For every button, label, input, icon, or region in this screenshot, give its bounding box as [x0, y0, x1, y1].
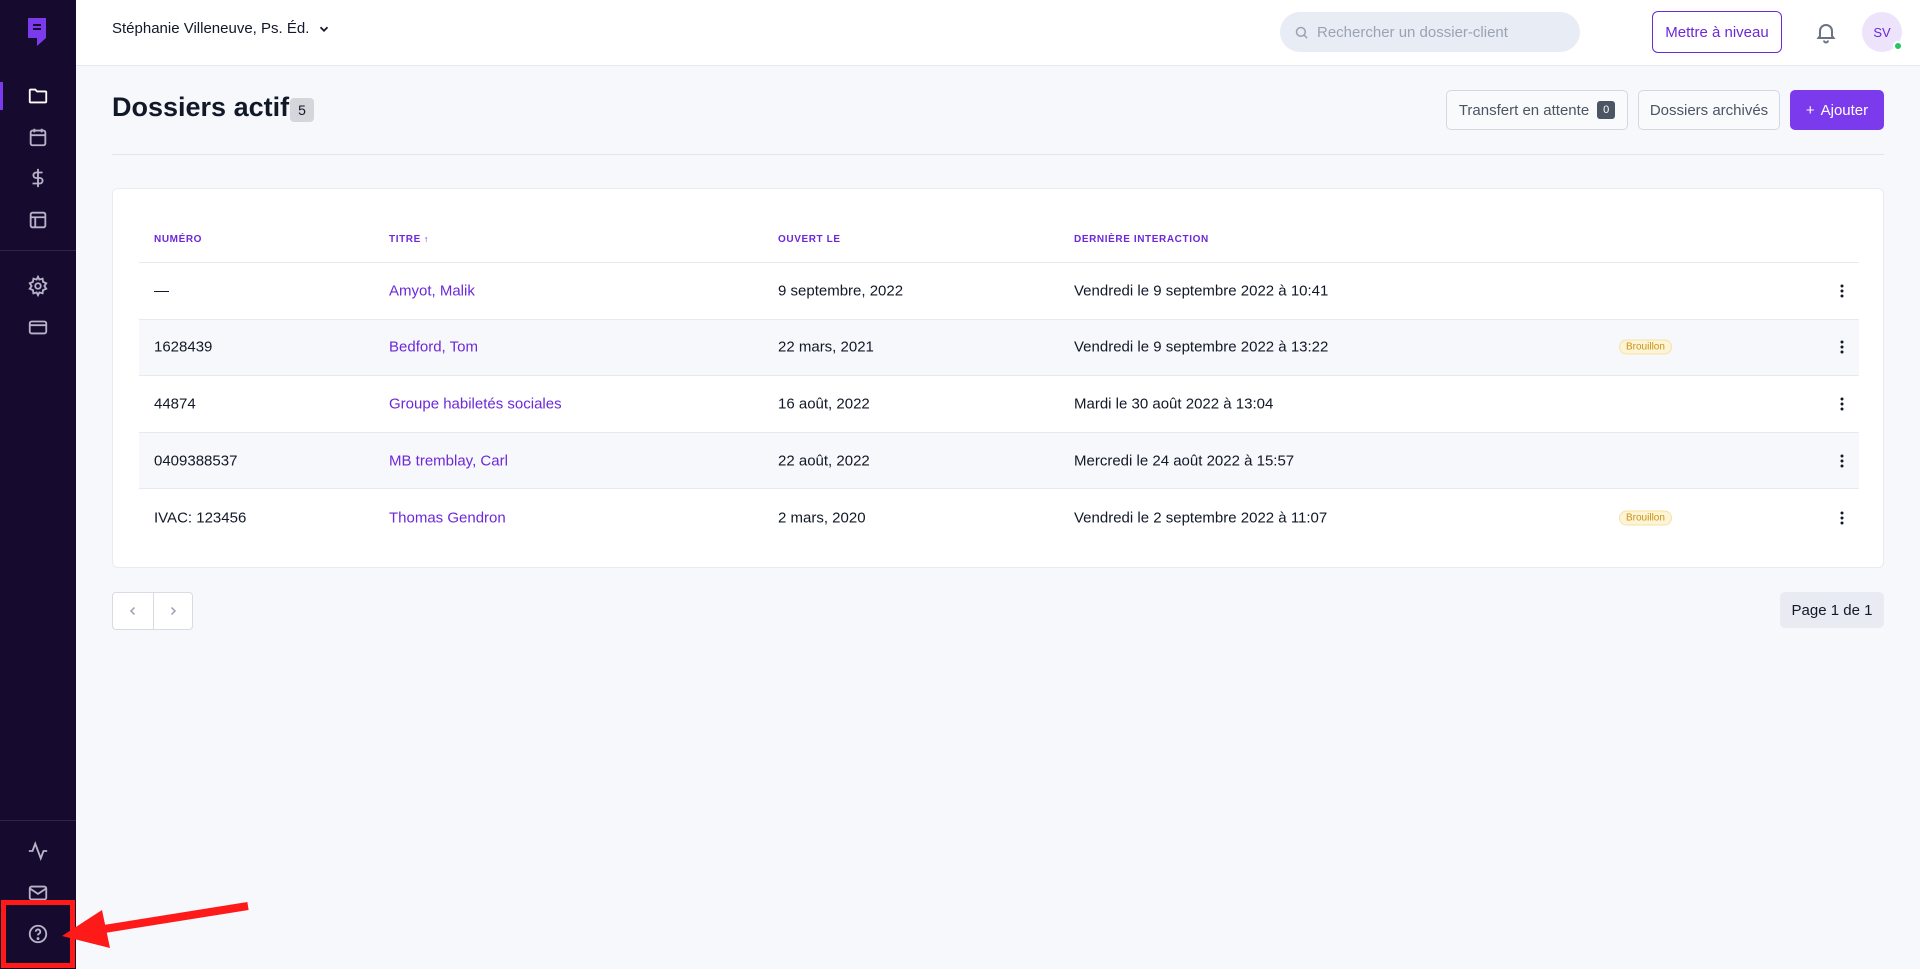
sidebar-item-billing[interactable]	[22, 162, 54, 194]
table-row[interactable]: 0409388537 MB tremblay, Carl 22 août, 20…	[139, 432, 1859, 490]
pending-transfer-count: 0	[1597, 101, 1616, 119]
layout-icon	[29, 211, 47, 229]
kebab-icon	[1840, 284, 1844, 298]
row-menu-button[interactable]	[1832, 451, 1852, 471]
credit-card-icon	[28, 320, 48, 335]
cell-numero: 44874	[154, 395, 196, 413]
user-avatar[interactable]: SV	[1862, 12, 1903, 52]
activity-icon	[28, 841, 48, 861]
sidebar-item-settings[interactable]	[22, 270, 54, 302]
table-header: Numéro Titre ↑ Ouvert le Dernière interac…	[139, 215, 1859, 263]
cell-interaction: Mercredi le 24 août 2022 à 15:57	[1074, 452, 1295, 470]
chevron-down-icon	[320, 26, 329, 32]
page-indicator: Page 1 de 1	[1780, 592, 1884, 628]
bell-icon[interactable]	[1814, 20, 1838, 44]
sidebar-item-dossiers[interactable]	[22, 80, 54, 112]
app-logo[interactable]	[25, 16, 49, 50]
cell-interaction: Vendredi le 9 septembre 2022 à 13:22	[1074, 338, 1329, 356]
add-dossier-label: Ajouter	[1820, 101, 1869, 119]
chevron-right-icon	[170, 606, 176, 616]
search-bar[interactable]	[1280, 12, 1580, 52]
cell-titre-link[interactable]: MB tremblay, Carl	[389, 452, 508, 469]
folder-icon	[28, 88, 48, 104]
sidebar-item-payments[interactable]	[22, 311, 54, 343]
search-input[interactable]	[1317, 23, 1557, 41]
sidebar-divider-bottom	[0, 820, 76, 821]
plus-icon: +	[1805, 101, 1815, 119]
cell-ouvert: 16 août, 2022	[778, 395, 870, 413]
pending-transfer-label: Transfert en attente	[1458, 101, 1590, 119]
pagination-controls	[112, 592, 193, 630]
column-header-ouvert[interactable]: Ouvert le	[778, 234, 841, 245]
sidebar-item-templates[interactable]	[22, 204, 54, 236]
nav-active-indicator	[0, 82, 3, 110]
cell-interaction: Vendredi le 2 septembre 2022 à 11:07	[1074, 509, 1328, 527]
upgrade-button[interactable]: Mettre à niveau	[1652, 11, 1782, 53]
sidebar-item-activity[interactable]	[22, 835, 54, 867]
next-page-button[interactable]	[152, 593, 193, 629]
cell-ouvert: 2 mars, 2020	[778, 509, 866, 527]
cell-interaction: Mardi le 30 août 2022 à 13:04	[1074, 395, 1274, 413]
page-title: Dossiers actifs	[112, 92, 305, 122]
cell-titre-link[interactable]: Thomas Gendron	[389, 509, 506, 526]
dossiers-table-card: Numéro Titre ↑ Ouvert le Dernière interac…	[112, 188, 1884, 568]
cell-titre-link[interactable]: Amyot, Malik	[389, 282, 475, 299]
cell-ouvert: 22 mars, 2021	[778, 338, 874, 356]
cell-titre-link[interactable]: Bedford, Tom	[389, 339, 478, 356]
avatar-initials: SV	[1873, 24, 1891, 40]
table-row[interactable]: — Amyot, Malik 9 septembre, 2022 Vendred…	[139, 263, 1859, 320]
table-row[interactable]: 44874 Groupe habiletés sociales 16 août,…	[139, 376, 1859, 433]
cell-interaction: Vendredi le 9 septembre 2022 à 10:41	[1074, 282, 1329, 300]
sidebar-item-calendar[interactable]	[22, 121, 54, 153]
row-menu-button[interactable]	[1832, 281, 1852, 301]
account-name: Stéphanie Villeneuve, Ps. Éd.	[112, 20, 310, 37]
search-icon	[1295, 26, 1308, 39]
archived-dossiers-button[interactable]: Dossiers archivés	[1638, 90, 1780, 130]
row-menu-button[interactable]	[1832, 508, 1852, 528]
sidebar	[0, 0, 76, 969]
cell-titre-link[interactable]: Groupe habiletés sociales	[389, 395, 562, 412]
row-menu-button[interactable]	[1832, 337, 1852, 357]
dossiers-table: Numéro Titre ↑ Ouvert le Dernière interac…	[139, 215, 1859, 546]
table-row[interactable]: 1628439 Bedford, Tom 22 mars, 2021 Vendr…	[139, 319, 1859, 377]
cell-ouvert: 22 août, 2022	[778, 452, 870, 470]
gear-icon	[28, 275, 48, 297]
cell-numero: 0409388537	[154, 452, 238, 470]
row-menu-button[interactable]	[1832, 394, 1852, 414]
pending-transfer-button[interactable]: Transfert en attente 0	[1446, 90, 1628, 130]
previous-page-button[interactable]	[113, 593, 153, 629]
add-dossier-button[interactable]: + Ajouter	[1790, 90, 1884, 130]
cell-numero: 1628439	[154, 338, 213, 356]
status-badge-draft: Brouillon	[1619, 510, 1672, 526]
dossier-count-badge: 5	[290, 98, 314, 122]
cell-numero: IVAC: 123456	[154, 509, 247, 527]
account-switcher[interactable]: Stéphanie Villeneuve, Ps. Éd.	[112, 20, 331, 37]
column-header-interaction[interactable]: Dernière interaction	[1074, 234, 1209, 245]
cell-ouvert: 9 septembre, 2022	[778, 282, 904, 300]
column-header-titre[interactable]: Titre ↑	[389, 234, 429, 245]
online-status-dot	[1893, 41, 1903, 51]
status-badge-draft: Brouillon	[1619, 339, 1672, 355]
cell-numero: —	[154, 282, 169, 300]
sort-ascending-icon: ↑	[423, 234, 429, 244]
calendar-icon	[29, 128, 47, 147]
header-divider	[112, 154, 1884, 155]
chevron-left-icon	[129, 606, 135, 616]
dollar-icon	[32, 168, 44, 188]
column-header-titre-label: Titre	[389, 234, 421, 245]
kebab-icon	[1840, 511, 1844, 525]
sidebar-divider	[0, 250, 76, 251]
kebab-icon	[1840, 340, 1844, 354]
top-bar: Stéphanie Villeneuve, Ps. Éd. Mettre à n…	[76, 0, 1920, 66]
annotation-arrow	[62, 902, 249, 948]
table-row[interactable]: IVAC: 123456 Thomas Gendron 2 mars, 2020…	[139, 489, 1859, 546]
column-header-numero[interactable]: Numéro	[154, 234, 202, 245]
kebab-icon	[1840, 397, 1844, 411]
kebab-icon	[1840, 454, 1844, 468]
